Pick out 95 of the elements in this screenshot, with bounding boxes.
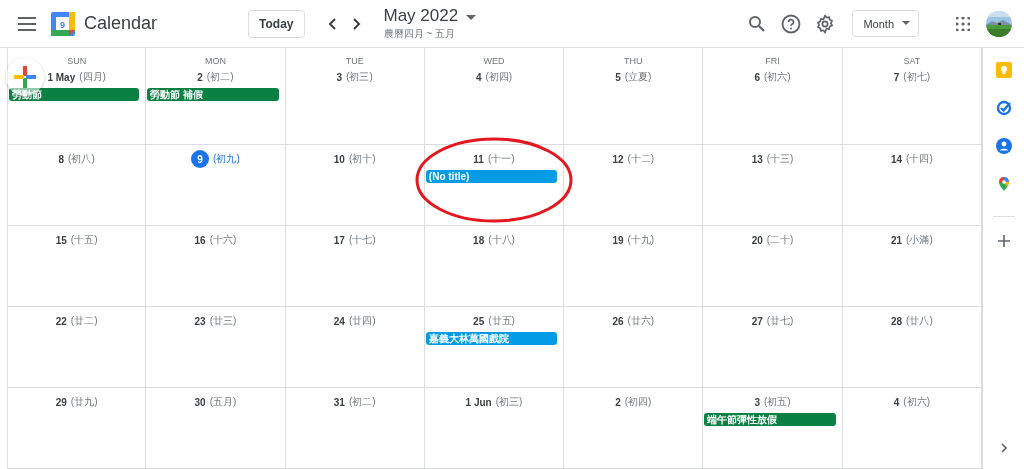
app-name: Calendar <box>84 13 158 34</box>
date-number[interactable]: 31 <box>333 396 345 408</box>
lunar-date: (立夏) <box>624 70 652 84</box>
date-number[interactable]: 28 <box>890 315 903 327</box>
date-number[interactable]: 21 <box>890 234 903 246</box>
date-number[interactable]: 8 <box>58 153 65 165</box>
lunar-date: (廿六) <box>627 314 655 328</box>
date-number[interactable]: 12 <box>612 153 624 165</box>
date-number[interactable]: 10 <box>333 153 345 165</box>
lunar-date: (初二) <box>206 70 234 84</box>
date-number[interactable]: 4 <box>893 396 900 408</box>
event-chip[interactable]: 勞動節 補假 <box>147 88 279 101</box>
date-number[interactable]: 7 <box>893 71 900 83</box>
lunar-date: (五月) <box>209 395 237 409</box>
date-number[interactable]: 19 <box>612 234 624 246</box>
today-date[interactable]: 9 <box>191 150 210 168</box>
lunar-date: (小滿) <box>906 233 933 247</box>
lunar-date: (十三) <box>766 152 794 166</box>
date-number[interactable]: 6 <box>754 71 760 83</box>
month-title[interactable]: May 2022 <box>383 6 459 26</box>
lunar-date: (初四) <box>485 70 513 84</box>
lunar-date: (廿四) <box>348 314 376 328</box>
lunar-date: (初九) <box>213 152 240 166</box>
date-number[interactable]: 11 <box>473 153 484 165</box>
lunar-date: (十五) <box>70 233 98 247</box>
lunar-date: (十一) <box>487 152 515 166</box>
date-number[interactable]: 4 <box>475 71 482 83</box>
date-number[interactable]: 1 May <box>47 71 76 83</box>
lunar-date: (初七) <box>903 70 930 84</box>
date-number[interactable]: 24 <box>333 315 345 327</box>
date-number[interactable]: 22 <box>55 315 67 327</box>
weekday-label: FRI <box>765 56 780 66</box>
weekday-label: MON <box>204 56 226 66</box>
weekday-label: SUN <box>67 56 87 66</box>
view-dropdown[interactable]: Month <box>852 10 919 37</box>
date-number[interactable]: 14 <box>890 153 903 165</box>
lunar-date: (初五) <box>764 395 791 409</box>
lunar-date: (四月) <box>79 70 106 84</box>
date-number[interactable]: 3 <box>754 396 760 408</box>
weekday-label: WED <box>483 56 505 66</box>
lunar-date: (十八) <box>488 233 515 247</box>
caret-icon <box>902 21 910 26</box>
date-number[interactable]: 29 <box>55 396 67 408</box>
date-number[interactable]: 1 Jun <box>465 396 492 408</box>
lunar-date: (廿三) <box>209 314 237 328</box>
add-button[interactable] <box>997 235 1010 247</box>
apps-button[interactable] <box>955 15 971 32</box>
weekday-label: TUE <box>345 56 364 66</box>
lunar-date: (十二) <box>627 152 655 166</box>
dropdown-icon[interactable] <box>466 15 477 21</box>
lunar-date: (二十) <box>766 233 794 247</box>
expand-button[interactable] <box>998 443 1009 453</box>
lunar-date: (初八) <box>68 152 95 166</box>
weekday-label: SAT <box>903 56 921 66</box>
lunar-date: (十六) <box>209 233 237 247</box>
date-number[interactable]: 18 <box>473 234 485 246</box>
date-number[interactable]: 23 <box>194 315 206 327</box>
lunar-date: (廿二) <box>70 314 98 328</box>
date-number[interactable]: 13 <box>751 153 763 165</box>
lunar-date: (初六) <box>903 395 930 409</box>
date-number[interactable]: 26 <box>612 315 624 327</box>
date-number[interactable]: 27 <box>751 315 763 327</box>
lunar-date: (十九) <box>627 233 655 247</box>
lunar-date: (廿五) <box>488 314 515 328</box>
date-number[interactable]: 30 <box>194 396 206 408</box>
lunar-date: (初六) <box>764 70 791 84</box>
date-number[interactable]: 16 <box>194 234 206 246</box>
date-number[interactable]: 5 <box>615 71 621 83</box>
lunar-date: (廿九) <box>70 395 98 409</box>
lunar-date: (廿七) <box>766 314 794 328</box>
lunar-date: (初二) <box>348 395 376 409</box>
lunar-date: (初四) <box>624 395 652 409</box>
help-button[interactable] <box>781 13 802 34</box>
date-number[interactable]: 2 <box>615 396 621 408</box>
check-circle-icon[interactable] <box>995 100 1012 116</box>
contacts-icon[interactable] <box>995 138 1012 154</box>
lunar-date: (初三) <box>495 395 523 409</box>
event-chip[interactable]: 端午節彈性放假 <box>704 413 836 426</box>
lunar-date: (十七) <box>348 233 376 247</box>
calendar-logo-icon: 9 <box>51 11 75 36</box>
date-number[interactable]: 20 <box>751 234 763 246</box>
weekday-label: THU <box>624 56 643 66</box>
date-number[interactable]: 2 <box>197 71 203 83</box>
today-button[interactable]: Today <box>248 9 305 38</box>
plus-icon <box>14 66 36 88</box>
date-number[interactable]: 17 <box>333 234 345 246</box>
lunar-date: (初三) <box>346 70 373 84</box>
date-number[interactable]: 15 <box>55 234 67 246</box>
date-number[interactable]: 3 <box>336 71 343 83</box>
settings-button[interactable] <box>815 13 836 34</box>
lunar-date: (廿八) <box>906 314 933 328</box>
lunar-subtitle: 農曆四月 ~ 五月 <box>383 27 456 41</box>
lunar-date: (初十) <box>348 152 376 166</box>
lunar-date: (十四) <box>906 152 933 166</box>
date-number[interactable]: 25 <box>473 315 485 327</box>
